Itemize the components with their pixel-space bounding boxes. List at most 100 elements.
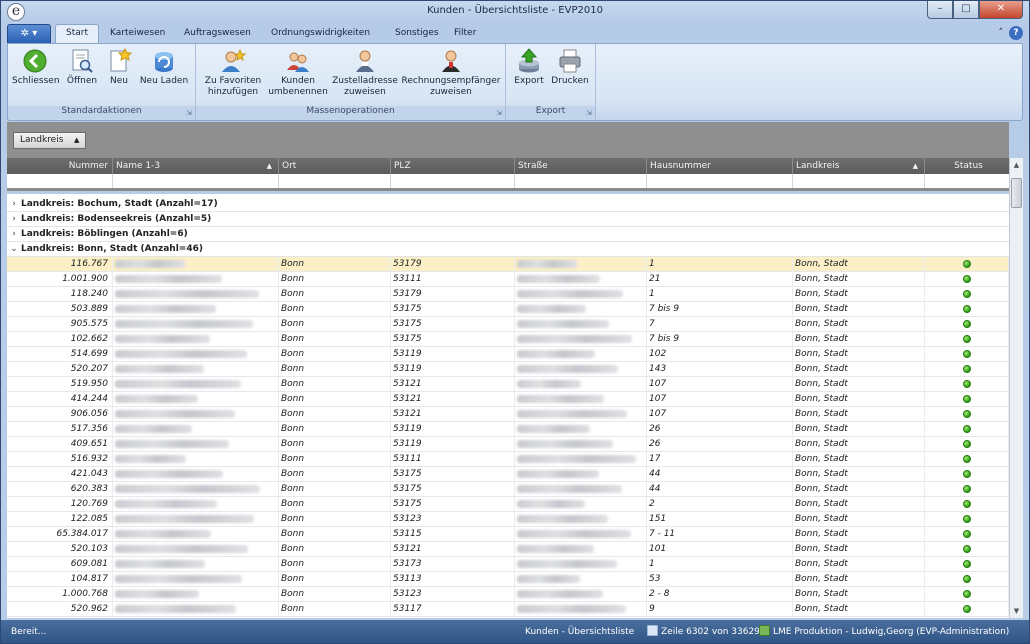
print-button[interactable]: Drucken <box>550 48 590 87</box>
new-button[interactable]: Neu <box>104 47 134 87</box>
group-row[interactable]: › Landkreis: Böblingen (Anzahl=6) <box>7 227 1009 242</box>
tab-auftragswesen[interactable]: Auftragswesen <box>184 24 251 43</box>
filter-strasse[interactable] <box>515 174 647 188</box>
cell-landkreis: Bonn, Stadt <box>793 572 925 587</box>
assign-delivery-address-button[interactable]: Zustelladresse zuweisen <box>332 48 398 98</box>
column-header-strasse[interactable]: Straße <box>515 158 647 174</box>
table-row[interactable]: 120.769 Bonn 53175 2 Bonn, Stadt <box>7 497 1009 512</box>
cell-plz: 53179 <box>391 257 515 272</box>
table-row[interactable]: 520.103 Bonn 53121 101 Bonn, Stadt <box>7 542 1009 557</box>
cell-name <box>113 527 279 542</box>
expand-chevron-icon[interactable]: ⌄ <box>7 242 21 257</box>
close-list-button[interactable]: Schliessen <box>12 48 60 87</box>
filter-name[interactable] <box>113 174 279 188</box>
table-row[interactable]: 905.575 Bonn 53175 7 Bonn, Stadt <box>7 317 1009 332</box>
column-header-name[interactable]: Name 1-3 ▲ <box>113 158 279 174</box>
scroll-down-icon[interactable]: ▼ <box>1010 604 1023 618</box>
cell-status <box>925 602 1009 617</box>
column-header-nummer[interactable]: Nummer <box>7 158 113 174</box>
table-row[interactable]: 520.207 Bonn 53119 143 Bonn, Stadt <box>7 362 1009 377</box>
export-button[interactable]: Export <box>512 48 546 87</box>
table-row[interactable]: 520.962 Bonn 53117 9 Bonn, Stadt <box>7 602 1009 617</box>
cell-strasse <box>515 302 647 317</box>
help-icon[interactable]: ? <box>1009 26 1023 40</box>
sort-up-icon: ▲ <box>912 162 918 170</box>
scroll-up-icon[interactable]: ▲ <box>1010 158 1023 172</box>
filter-hausnummer[interactable] <box>647 174 793 188</box>
maximize-button[interactable]: □ <box>953 1 979 19</box>
filter-status[interactable] <box>925 174 1009 188</box>
tab-karteiwesen[interactable]: Karteiwesen <box>110 24 165 43</box>
dialog-launcher-icon[interactable]: ⇲ <box>186 109 192 117</box>
tab-start[interactable]: Start <box>55 24 99 43</box>
table-row[interactable]: 514.699 Bonn 53119 102 Bonn, Stadt <box>7 347 1009 362</box>
status-ok-icon <box>962 470 971 478</box>
ribbon-collapse-icon[interactable]: ˄ <box>999 26 1004 40</box>
table-row[interactable]: 102.662 Bonn 53175 7 bis 9 Bonn, Stadt <box>7 332 1009 347</box>
tab-sonstiges[interactable]: Sonstiges <box>395 24 439 43</box>
dialog-launcher-icon[interactable]: ⇲ <box>586 109 592 117</box>
table-row[interactable]: 65.384.017 Bonn 53115 7 - 11 Bonn, Stadt <box>7 527 1009 542</box>
users-rename-icon <box>285 48 311 74</box>
open-button[interactable]: Öffnen <box>62 48 102 87</box>
table-row[interactable]: 122.085 Bonn 53123 151 Bonn, Stadt <box>7 512 1009 527</box>
group-row[interactable]: › Landkreis: Bochum, Stadt (Anzahl=17) <box>7 197 1009 212</box>
column-header-status[interactable]: Status <box>925 158 1009 174</box>
rename-customers-button[interactable]: Kunden umbenennen <box>266 48 330 98</box>
collapse-chevron-icon[interactable]: › <box>7 197 21 212</box>
table-row[interactable]: 1.001.900 Bonn 53111 21 Bonn, Stadt <box>7 272 1009 287</box>
database-icon <box>759 625 770 636</box>
cell-nummer: 414.244 <box>7 392 113 407</box>
collapse-chevron-icon[interactable]: › <box>7 227 21 242</box>
filter-landkreis[interactable] <box>793 174 925 188</box>
table-row[interactable]: 118.240 Bonn 53179 1 Bonn, Stadt <box>7 287 1009 302</box>
table-row[interactable]: 609.081 Bonn 53173 1 Bonn, Stadt <box>7 557 1009 572</box>
cell-nummer: 520.207 <box>7 362 113 377</box>
cell-plz: 53111 <box>391 452 515 467</box>
table-row[interactable]: 906.056 Bonn 53121 107 Bonn, Stadt <box>7 407 1009 422</box>
minimize-button[interactable]: – <box>927 1 953 19</box>
application-menu-button[interactable]: ✲ ▾ <box>7 24 51 43</box>
table-row[interactable]: 414.244 Bonn 53121 107 Bonn, Stadt <box>7 392 1009 407</box>
cell-status <box>925 272 1009 287</box>
dialog-launcher-icon[interactable]: ⇲ <box>496 109 502 117</box>
table-row[interactable]: 421.043 Bonn 53175 44 Bonn, Stadt <box>7 467 1009 482</box>
column-header-landkreis[interactable]: Landkreis ▲ <box>793 158 925 174</box>
filter-plz[interactable] <box>391 174 515 188</box>
close-window-button[interactable]: ✕ <box>979 1 1023 19</box>
status-ok-icon <box>962 290 971 298</box>
table-row[interactable]: 409.651 Bonn 53119 26 Bonn, Stadt <box>7 437 1009 452</box>
group-row[interactable]: › Landkreis: Bodenseekreis (Anzahl=5) <box>7 212 1009 227</box>
filter-ort[interactable] <box>279 174 391 188</box>
filter-nummer[interactable] <box>7 174 113 188</box>
table-row[interactable]: 503.889 Bonn 53175 7 bis 9 Bonn, Stadt <box>7 302 1009 317</box>
table-row[interactable]: 1.000.768 Bonn 53123 2 - 8 Bonn, Stadt <box>7 587 1009 602</box>
table-row[interactable]: 620.383 Bonn 53175 44 Bonn, Stadt <box>7 482 1009 497</box>
vertical-scrollbar[interactable]: ▲ ▼ <box>1009 158 1023 618</box>
redacted-text <box>115 515 254 523</box>
assign-invoice-recipient-button[interactable]: Rechnungsempfänger zuweisen <box>400 48 502 98</box>
ribbon-panel: Schliessen Öffnen Neu Neu Laden Standard… <box>7 43 1023 121</box>
status-ok-icon <box>962 395 971 403</box>
add-favorites-button[interactable]: Zu Favoriten hinzufügen <box>202 48 264 98</box>
collapse-chevron-icon[interactable]: › <box>7 212 21 227</box>
cell-nummer: 1.001.900 <box>7 272 113 287</box>
cell-hausnummer: 53 <box>647 572 793 587</box>
tab-ordnungswidrigkeiten[interactable]: Ordnungswidrigkeiten <box>271 24 370 43</box>
column-header-ort[interactable]: Ort <box>279 158 391 174</box>
group-row[interactable]: ⌄ Landkreis: Bonn, Stadt (Anzahl=46) <box>7 242 1009 257</box>
scroll-thumb[interactable] <box>1011 178 1022 208</box>
group-by-chip-landkreis[interactable]: Landkreis ▲ <box>13 132 87 149</box>
redacted-text <box>115 290 259 298</box>
tab-filter[interactable]: Filter <box>454 24 476 43</box>
table-row[interactable]: 519.950 Bonn 53121 107 Bonn, Stadt <box>7 377 1009 392</box>
column-header-plz[interactable]: PLZ <box>391 158 515 174</box>
cell-name <box>113 497 279 512</box>
column-header-hausnummer[interactable]: Hausnummer <box>647 158 793 174</box>
table-row[interactable]: 116.767 Bonn 53179 1 Bonn, Stadt <box>7 257 1009 272</box>
reload-button[interactable]: Neu Laden <box>138 48 190 87</box>
table-row[interactable]: 104.817 Bonn 53113 53 Bonn, Stadt <box>7 572 1009 587</box>
table-row[interactable]: 517.356 Bonn 53119 26 Bonn, Stadt <box>7 422 1009 437</box>
table-row[interactable]: 516.932 Bonn 53111 17 Bonn, Stadt <box>7 452 1009 467</box>
cell-nummer: 118.240 <box>7 287 113 302</box>
